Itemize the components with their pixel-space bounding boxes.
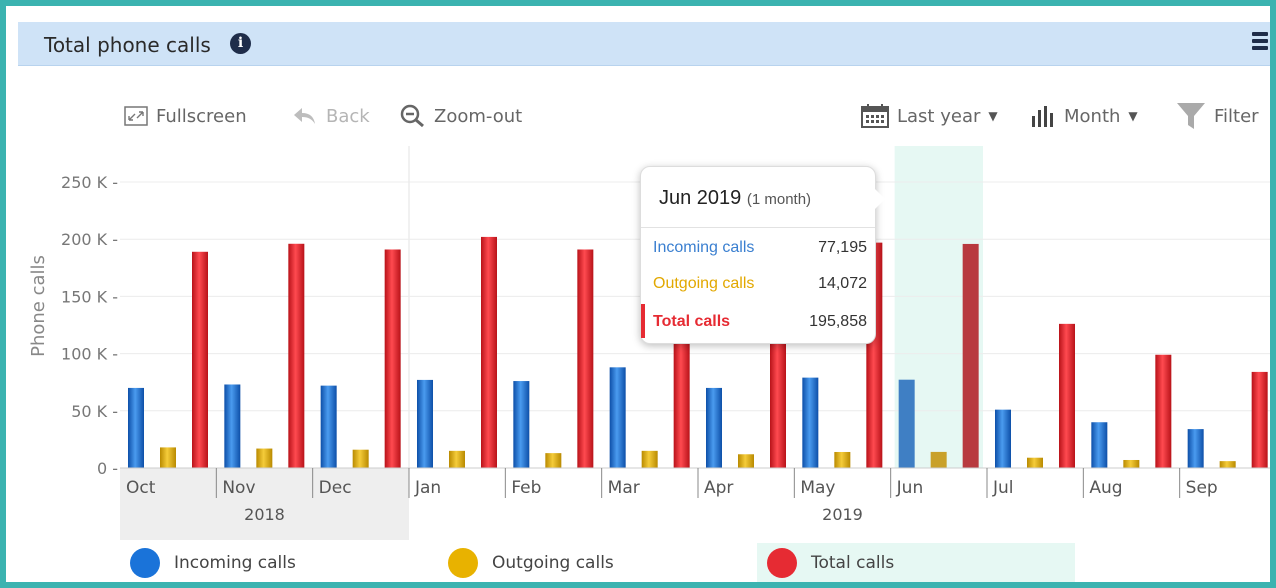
- bar-total: [481, 236, 497, 468]
- tooltip-range: (1 month): [746, 191, 812, 208]
- y-tick-label: 150 K -: [61, 287, 118, 306]
- tooltip-value: 14,072: [818, 275, 867, 292]
- tooltip: Jun 2019 (1 month) Incoming calls 77,195…: [640, 166, 885, 344]
- bar-incoming: [995, 409, 1011, 468]
- incoming-swatch: [130, 548, 160, 578]
- tooltip-date: Jun 2019: [659, 187, 742, 209]
- bar-incoming: [609, 367, 626, 468]
- bar-total: [192, 251, 208, 468]
- bar-total: [1251, 371, 1268, 468]
- legend-label: Total calls: [811, 553, 895, 573]
- bar-incoming: [706, 387, 722, 468]
- x-tick-label: Dec: [319, 478, 352, 498]
- total-swatch: [767, 548, 797, 578]
- tooltip-title: Jun 2019 (1 month): [659, 187, 811, 210]
- bar-outgoing: [1219, 461, 1236, 468]
- bar-outgoing: [738, 454, 754, 468]
- year-label: 2018: [244, 505, 285, 524]
- tooltip-label: Incoming calls: [653, 239, 755, 256]
- year-label: 2019: [822, 505, 863, 524]
- x-tick-label: May: [800, 478, 835, 498]
- bar-incoming: [898, 379, 915, 468]
- bar-incoming: [224, 384, 241, 468]
- x-tick-label: Jun: [896, 478, 924, 498]
- tooltip-row-total: Total calls 195,858: [653, 313, 867, 331]
- y-axis-label: Phone calls: [28, 255, 49, 357]
- bar-incoming: [1091, 422, 1108, 468]
- y-tick-label: 50 K -: [71, 402, 118, 421]
- legend-outgoing[interactable]: Outgoing calls: [448, 543, 614, 582]
- legend-label: Outgoing calls: [492, 553, 614, 573]
- outgoing-swatch: [448, 548, 478, 578]
- bar-outgoing: [256, 448, 273, 468]
- x-tick-label: Mar: [608, 478, 640, 498]
- bar-outgoing: [352, 449, 369, 468]
- y-tick-label: 0 -: [97, 459, 118, 478]
- y-tick-label: 200 K -: [61, 230, 118, 249]
- x-tick-label: Jan: [414, 478, 441, 498]
- bar-incoming: [1187, 429, 1204, 468]
- legend-total[interactable]: Total calls: [767, 543, 895, 582]
- bar-incoming: [802, 377, 819, 468]
- bar-total: [288, 243, 305, 468]
- bar-outgoing: [545, 453, 562, 468]
- bar-outgoing: [160, 447, 176, 468]
- bar-total: [384, 249, 401, 468]
- bar-incoming: [320, 385, 337, 468]
- bar-outgoing: [641, 450, 658, 468]
- bar-incoming: [513, 381, 530, 468]
- x-tick-label: Aug: [1089, 478, 1122, 498]
- x-tick-label: Oct: [126, 478, 156, 498]
- x-tick-label: Apr: [704, 478, 733, 498]
- tooltip-row-outgoing: Outgoing calls 14,072: [653, 275, 867, 293]
- year-band-2018: [120, 468, 409, 540]
- bar-total: [1155, 354, 1172, 468]
- legend-label: Incoming calls: [174, 553, 296, 573]
- tooltip-marker: [641, 304, 645, 338]
- tooltip-value: 195,858: [809, 313, 867, 330]
- tooltip-label: Outgoing calls: [653, 275, 755, 292]
- bar-outgoing: [834, 451, 851, 468]
- chart-widget: Total phone calls i Fullscreen Back Zoom…: [0, 0, 1276, 588]
- bar-incoming: [417, 379, 433, 468]
- bar-outgoing: [1027, 457, 1043, 468]
- legend-incoming[interactable]: Incoming calls: [130, 543, 296, 582]
- x-tick-label: Jul: [992, 478, 1014, 498]
- x-tick-label: Sep: [1186, 478, 1218, 498]
- bar-total: [1059, 323, 1075, 468]
- bar-outgoing: [930, 451, 947, 468]
- bar-total: [577, 249, 594, 468]
- bar-incoming: [128, 387, 144, 468]
- tooltip-label: Total calls: [653, 313, 731, 330]
- y-tick-label: 250 K -: [61, 173, 118, 192]
- bar-outgoing: [449, 450, 465, 468]
- x-tick-label: Feb: [511, 478, 541, 498]
- x-tick-label: Nov: [222, 478, 255, 498]
- tooltip-value: 77,195: [818, 239, 867, 256]
- bar-total: [962, 243, 979, 468]
- tooltip-row-incoming: Incoming calls 77,195: [653, 239, 867, 257]
- bar-outgoing: [1123, 459, 1140, 468]
- y-tick-label: 100 K -: [61, 345, 118, 364]
